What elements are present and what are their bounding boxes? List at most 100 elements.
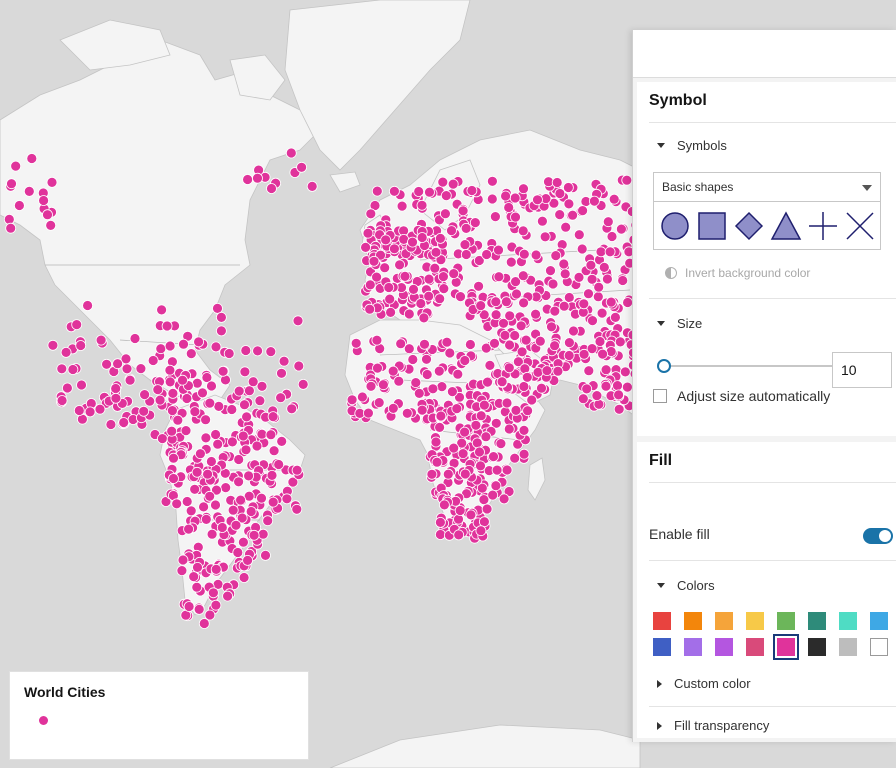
city-point[interactable] xyxy=(275,392,287,404)
city-point[interactable] xyxy=(558,300,570,312)
color-swatch[interactable] xyxy=(684,612,702,630)
city-point[interactable] xyxy=(223,348,235,359)
city-point[interactable] xyxy=(424,186,435,198)
city-point[interactable] xyxy=(13,200,25,211)
city-point[interactable] xyxy=(193,336,205,348)
city-point[interactable] xyxy=(546,321,557,333)
adjust-size-option[interactable]: Adjust size automatically xyxy=(653,388,830,404)
city-point[interactable] xyxy=(421,353,432,365)
city-point[interactable] xyxy=(245,506,257,517)
city-point[interactable] xyxy=(266,469,278,481)
city-point[interactable] xyxy=(490,309,502,321)
city-point[interactable] xyxy=(385,306,397,318)
city-point[interactable] xyxy=(437,271,449,283)
city-point[interactable] xyxy=(517,270,529,282)
city-point[interactable] xyxy=(26,153,38,164)
shape-plus-button[interactable] xyxy=(806,209,840,243)
city-point[interactable] xyxy=(346,394,358,406)
city-point[interactable] xyxy=(252,345,264,357)
color-swatch[interactable] xyxy=(746,638,764,656)
city-point[interactable] xyxy=(292,315,304,327)
city-point[interactable] xyxy=(604,246,616,258)
city-point[interactable] xyxy=(364,279,376,291)
city-point[interactable] xyxy=(124,374,136,386)
city-point[interactable] xyxy=(10,160,22,172)
city-point[interactable] xyxy=(501,397,513,409)
city-point[interactable] xyxy=(440,190,452,202)
city-point[interactable] xyxy=(267,496,279,508)
city-point[interactable] xyxy=(189,483,201,495)
city-point[interactable] xyxy=(438,499,450,511)
city-point[interactable] xyxy=(493,244,504,256)
city-point[interactable] xyxy=(437,176,449,188)
city-point[interactable] xyxy=(434,529,446,540)
city-point[interactable] xyxy=(481,249,493,260)
city-point[interactable] xyxy=(273,459,285,470)
city-point[interactable] xyxy=(598,261,610,273)
city-point[interactable] xyxy=(112,358,123,370)
city-point[interactable] xyxy=(256,380,268,392)
city-point[interactable] xyxy=(486,175,498,187)
city-point[interactable] xyxy=(530,308,541,320)
city-point[interactable] xyxy=(518,448,530,460)
enable-fill-toggle[interactable] xyxy=(863,528,893,544)
city-point[interactable] xyxy=(522,405,533,417)
city-point[interactable] xyxy=(430,436,442,448)
city-point[interactable] xyxy=(447,178,459,190)
city-point[interactable] xyxy=(265,429,277,441)
city-point[interactable] xyxy=(509,192,521,204)
city-point[interactable] xyxy=(504,339,516,351)
city-point[interactable] xyxy=(591,390,603,402)
city-point[interactable] xyxy=(583,288,594,300)
city-point[interactable] xyxy=(350,337,362,349)
city-point[interactable] xyxy=(594,336,606,347)
city-point[interactable] xyxy=(434,232,446,244)
city-point[interactable] xyxy=(459,355,471,366)
city-point[interactable] xyxy=(256,492,267,504)
city-point[interactable] xyxy=(504,310,516,322)
color-swatch[interactable] xyxy=(773,634,799,660)
city-point[interactable] xyxy=(518,424,530,436)
city-point[interactable] xyxy=(110,383,122,394)
city-point[interactable] xyxy=(262,515,274,527)
city-point[interactable] xyxy=(509,330,521,341)
city-point[interactable] xyxy=(177,374,188,386)
city-point[interactable] xyxy=(471,437,483,449)
city-point[interactable] xyxy=(371,185,383,197)
symbols-collapse-toggle[interactable]: Symbols xyxy=(657,138,727,153)
city-point[interactable] xyxy=(451,403,463,415)
city-point[interactable] xyxy=(380,234,392,246)
city-point[interactable] xyxy=(172,414,184,426)
city-point[interactable] xyxy=(204,609,216,621)
city-point[interactable] xyxy=(616,223,627,235)
city-point[interactable] xyxy=(95,334,107,346)
city-point[interactable] xyxy=(600,380,612,392)
city-point[interactable] xyxy=(596,307,608,319)
city-point[interactable] xyxy=(373,397,385,409)
city-point[interactable] xyxy=(297,378,309,390)
shape-diamond-button[interactable] xyxy=(732,209,766,243)
city-point[interactable] xyxy=(457,205,469,217)
city-point[interactable] xyxy=(500,296,512,308)
city-point[interactable] xyxy=(212,438,224,450)
color-swatch[interactable] xyxy=(808,638,826,656)
city-point[interactable] xyxy=(466,185,478,196)
city-point[interactable] xyxy=(509,452,521,464)
city-point[interactable] xyxy=(442,468,454,480)
city-point[interactable] xyxy=(286,403,298,415)
city-point[interactable] xyxy=(602,216,614,228)
city-point[interactable] xyxy=(281,493,293,505)
city-point[interactable] xyxy=(268,445,280,457)
city-point[interactable] xyxy=(138,405,150,417)
city-point[interactable] xyxy=(278,355,290,367)
city-point[interactable] xyxy=(612,380,623,392)
city-point[interactable] xyxy=(480,431,492,443)
city-point[interactable] xyxy=(360,241,372,253)
city-point[interactable] xyxy=(94,403,106,415)
city-point[interactable] xyxy=(453,529,465,541)
city-point[interactable] xyxy=(470,419,482,431)
city-point[interactable] xyxy=(438,283,450,295)
city-point[interactable] xyxy=(166,405,178,417)
city-point[interactable] xyxy=(407,236,418,248)
city-point[interactable] xyxy=(205,456,217,467)
